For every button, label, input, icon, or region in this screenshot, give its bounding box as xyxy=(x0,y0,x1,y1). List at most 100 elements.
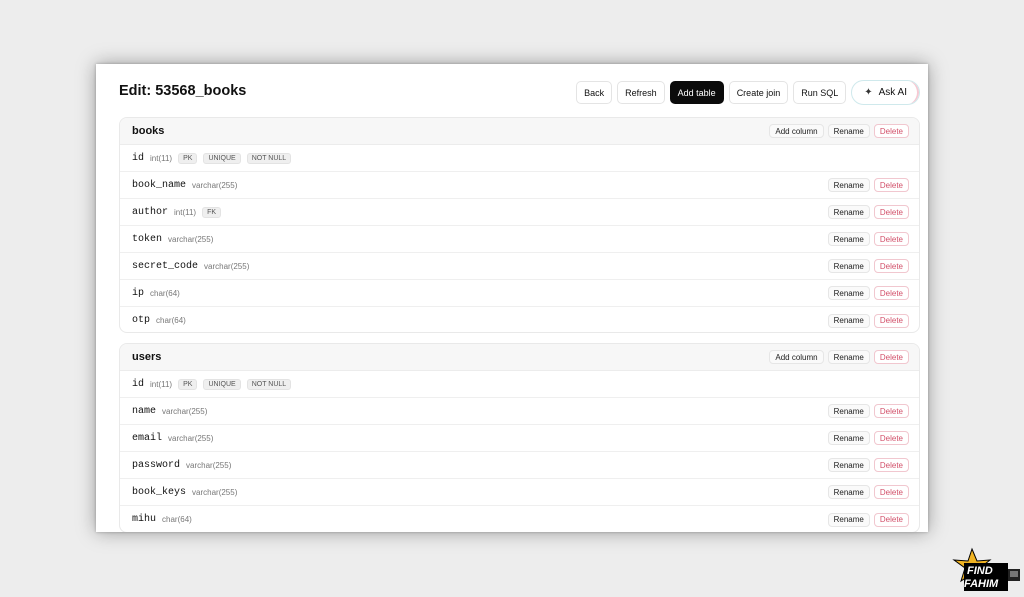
rename-column-button[interactable]: Rename xyxy=(827,178,870,192)
column-name: email xyxy=(132,432,163,444)
table-header: users Add column Rename Delete xyxy=(120,344,919,371)
column-type: int(11) xyxy=(150,379,173,389)
column-name: otp xyxy=(132,315,151,326)
column-actions: Rename Delete xyxy=(827,404,909,418)
column-type: varchar(255) xyxy=(192,180,238,190)
column-row: secret_code varchar(255) Rename Delete xyxy=(120,253,919,280)
column-row: book_name varchar(255) Rename Delete xyxy=(120,172,919,199)
delete-column-button[interactable]: Delete xyxy=(873,485,909,499)
column-row: ip char(64) Rename Delete xyxy=(120,280,919,307)
column-type: char(64) xyxy=(150,288,180,298)
column-type: varchar(255) xyxy=(186,460,232,470)
run-sql-button[interactable]: Run SQL xyxy=(793,81,847,104)
column-actions: Rename Delete xyxy=(827,205,909,219)
column-actions: Rename Delete xyxy=(827,458,909,472)
constraint-badge: FK xyxy=(202,206,222,218)
column-info: email varchar(255) xyxy=(132,433,213,444)
logo-text-find: FIND xyxy=(967,565,993,577)
column-row: token varchar(255) Rename Delete xyxy=(120,226,919,253)
add-column-button[interactable]: Add column xyxy=(769,350,824,364)
rename-column-button[interactable]: Rename xyxy=(827,404,870,418)
column-row: otp char(64) Rename Delete xyxy=(120,307,919,332)
table-block-books: books Add column Rename Delete id int(11) PK UN… xyxy=(119,117,920,333)
delete-column-button[interactable]: Delete xyxy=(873,286,909,300)
column-name: password xyxy=(132,459,181,471)
add-table-button[interactable]: Add table xyxy=(669,81,724,104)
ask-ai-label: Ask AI xyxy=(878,87,907,98)
constraint-badge: NOT NULL xyxy=(246,378,292,390)
column-info: password varchar(255) xyxy=(132,460,231,471)
delete-column-button[interactable]: Delete xyxy=(873,512,909,527)
delete-column-button[interactable]: Delete xyxy=(873,178,909,192)
delete-table-button[interactable]: Delete xyxy=(873,124,909,138)
column-row: book_keys varchar(255) Rename Delete xyxy=(120,479,919,506)
delete-table-button[interactable]: Delete xyxy=(873,350,909,364)
column-actions: Rename Delete xyxy=(827,512,909,527)
ask-ai-button[interactable]: ✦ Ask AI xyxy=(851,80,920,105)
column-row: email varchar(255) Rename Delete xyxy=(120,425,919,452)
column-row: password varchar(255) Rename Delete xyxy=(120,452,919,479)
column-type: char(64) xyxy=(156,316,186,325)
column-name: name xyxy=(132,405,157,417)
column-name: book_keys xyxy=(132,486,187,498)
column-row: name varchar(255) Rename Delete xyxy=(120,398,919,425)
column-type: char(64) xyxy=(162,515,192,524)
rename-column-button[interactable]: Rename xyxy=(827,512,870,527)
delete-column-button[interactable]: Delete xyxy=(873,404,909,418)
rename-column-button[interactable]: Rename xyxy=(827,205,870,219)
rename-column-button[interactable]: Rename xyxy=(827,485,870,499)
column-actions: Rename Delete xyxy=(827,178,909,192)
column-info: name varchar(255) xyxy=(132,406,207,417)
rename-table-button[interactable]: Rename xyxy=(827,124,870,138)
rename-column-button[interactable]: Rename xyxy=(827,431,870,445)
toolbar: Back Refresh Add table Create join Run S… xyxy=(576,80,920,105)
table-name: users xyxy=(132,351,162,363)
constraint-badge: UNIQUE xyxy=(203,378,241,390)
header-bar: Edit: 53568_books Back Refresh Add table… xyxy=(96,64,928,116)
refresh-button[interactable]: Refresh xyxy=(617,81,665,104)
create-join-button[interactable]: Create join xyxy=(728,81,789,104)
page-title: Edit: 53568_books xyxy=(119,83,247,99)
constraint-badge: PK xyxy=(178,378,198,390)
column-name: token xyxy=(132,233,163,245)
column-type: varchar(255) xyxy=(204,261,250,271)
rename-column-button[interactable]: Rename xyxy=(827,259,870,273)
column-name: author xyxy=(132,206,169,218)
back-button[interactable]: Back xyxy=(576,81,613,104)
delete-column-button[interactable]: Delete xyxy=(873,259,909,273)
column-info: secret_code varchar(255) xyxy=(132,261,249,272)
column-type: int(11) xyxy=(150,153,173,163)
rename-table-button[interactable]: Rename xyxy=(827,350,870,364)
rename-column-button[interactable]: Rename xyxy=(827,286,870,300)
column-info: book_keys varchar(255) xyxy=(132,487,237,498)
column-actions: Rename Delete xyxy=(827,259,909,273)
column-type: varchar(255) xyxy=(162,406,208,416)
table-name: books xyxy=(132,125,165,137)
constraint-badge: PK xyxy=(178,152,198,164)
delete-column-button[interactable]: Delete xyxy=(873,431,909,445)
column-name: secret_code xyxy=(132,260,199,272)
add-column-button[interactable]: Add column xyxy=(769,124,824,138)
column-actions: Rename Delete xyxy=(827,313,909,328)
column-name: id xyxy=(132,152,145,164)
column-name: mihu xyxy=(132,514,157,525)
delete-column-button[interactable]: Delete xyxy=(873,313,909,328)
column-type: int(11) xyxy=(174,207,197,217)
column-info: otp char(64) xyxy=(132,315,186,326)
editor-window: Edit: 53568_books Back Refresh Add table… xyxy=(96,64,928,532)
column-info: mihu char(64) xyxy=(132,514,192,525)
column-info: book_name varchar(255) xyxy=(132,180,237,191)
column-type: varchar(255) xyxy=(192,487,238,497)
logo-text-fahim: FAHIM xyxy=(964,578,999,590)
column-info: id int(11) PK UNIQUE NOT NULL xyxy=(132,378,292,390)
column-type: varchar(255) xyxy=(168,234,214,244)
column-name: book_name xyxy=(132,179,187,191)
delete-column-button[interactable]: Delete xyxy=(873,205,909,219)
rename-column-button[interactable]: Rename xyxy=(827,313,870,328)
constraint-badge: UNIQUE xyxy=(203,152,241,164)
rename-column-button[interactable]: Rename xyxy=(827,232,870,246)
delete-column-button[interactable]: Delete xyxy=(873,458,909,472)
delete-column-button[interactable]: Delete xyxy=(873,232,909,246)
column-name: ip xyxy=(132,287,145,299)
rename-column-button[interactable]: Rename xyxy=(827,458,870,472)
